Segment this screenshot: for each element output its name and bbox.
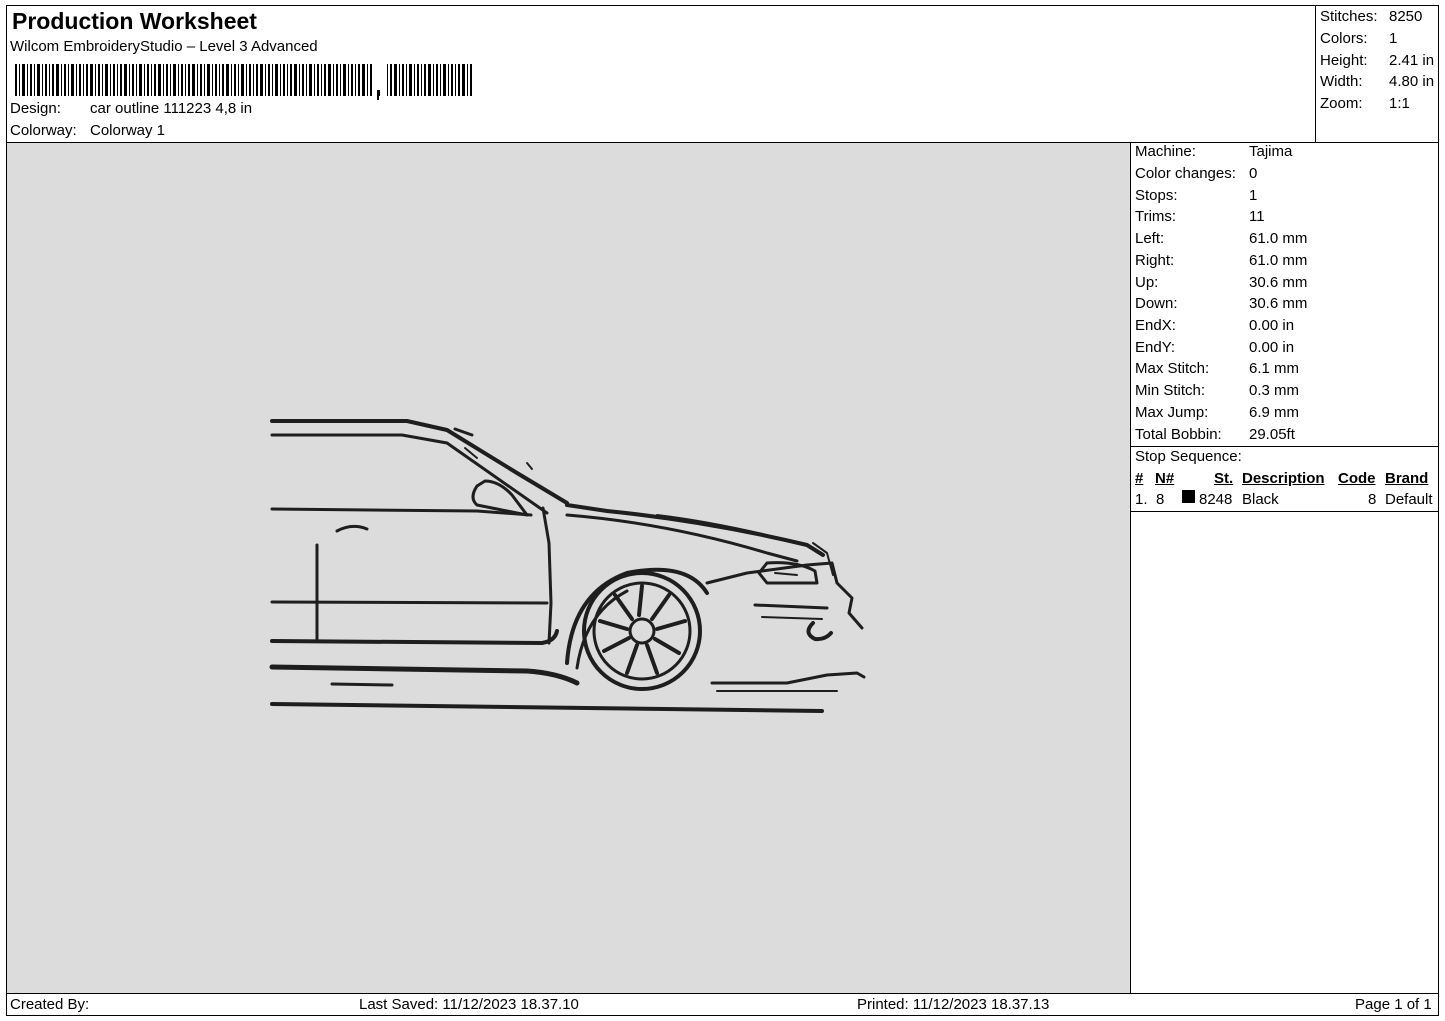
width-value: 4.80 in [1389,73,1435,90]
info-row: Total Bobbin: 29.05ft [1135,426,1295,443]
info-row: Min Stitch: 0.3 mm [1135,382,1300,399]
stop-sequence-title: Stop Sequence: [1135,448,1242,465]
stitches-row: Stitches: 8250 [1320,8,1423,25]
page-title: Production Worksheet [12,8,257,34]
width-row: Width: 4.80 in [1320,73,1435,90]
created-by: Created By: [10,996,90,1013]
design-stats: Stitches: 8250 Colors: 1 Height: 2.41 in Wi… [1315,6,1439,143]
worksheet-header: Production Worksheet Wilcom EmbroiderySt… [6,5,1439,143]
zoom-row: Zoom: 1:1 [1320,95,1410,112]
info-row: Stops: 1 [1135,187,1258,204]
page-number: Page 1 of 1 [1355,996,1432,1013]
car-outline-embroidery [269,419,866,713]
design-label: Design: [10,100,61,117]
design-preview [6,143,1131,994]
info-row: Color changes: 0 [1135,165,1258,182]
divider [1131,446,1438,447]
last-saved: Last Saved: 11/12/2023 18.37.10 [359,996,579,1013]
info-row: EndX: 0.00 in [1135,317,1295,334]
software-name: Wilcom EmbroideryStudio – Level 3 Advanc… [10,38,318,55]
colorway-row: Colorway: Colorway 1 [10,122,165,139]
info-row: Max Jump: 6.9 mm [1135,404,1300,421]
machine-info-panel: Machine: Tajima Color changes: 0 Stops: 1 T… [1130,143,1439,994]
info-row: Up: 30.6 mm [1135,274,1308,291]
divider [1131,511,1438,512]
colorway-name: Colorway 1 [90,122,166,139]
stitches-value: 8250 [1389,8,1423,25]
colors-row: Colors: 1 [1320,30,1398,47]
height-value: 2.41 in [1389,52,1435,69]
info-row: Right: 61.0 mm [1135,252,1308,269]
barcode [15,64,472,100]
zoom-value: 1:1 [1389,95,1410,112]
colors-value: 1 [1389,30,1398,47]
height-row: Height: 2.41 in [1320,52,1435,69]
printed-date: Printed: 11/12/2023 18.37.13 [857,996,1050,1013]
color-swatch [1182,490,1195,503]
info-row: EndY: 0.00 in [1135,339,1295,356]
design-name: car outline 111223 4,8 in [90,100,253,117]
info-row: Machine: Tajima [1135,143,1293,160]
info-row: Down: 30.6 mm [1135,295,1308,312]
design-row: Design: car outline 111223 4,8 in [10,100,252,117]
info-row: Left: 61.0 mm [1135,230,1308,247]
info-row: Max Stitch: 6.1 mm [1135,360,1300,377]
worksheet-footer: Created By: Last Saved: 11/12/2023 18.37… [6,993,1439,1016]
colorway-label: Colorway: [10,122,77,139]
info-row: Trims: 11 [1135,208,1265,225]
